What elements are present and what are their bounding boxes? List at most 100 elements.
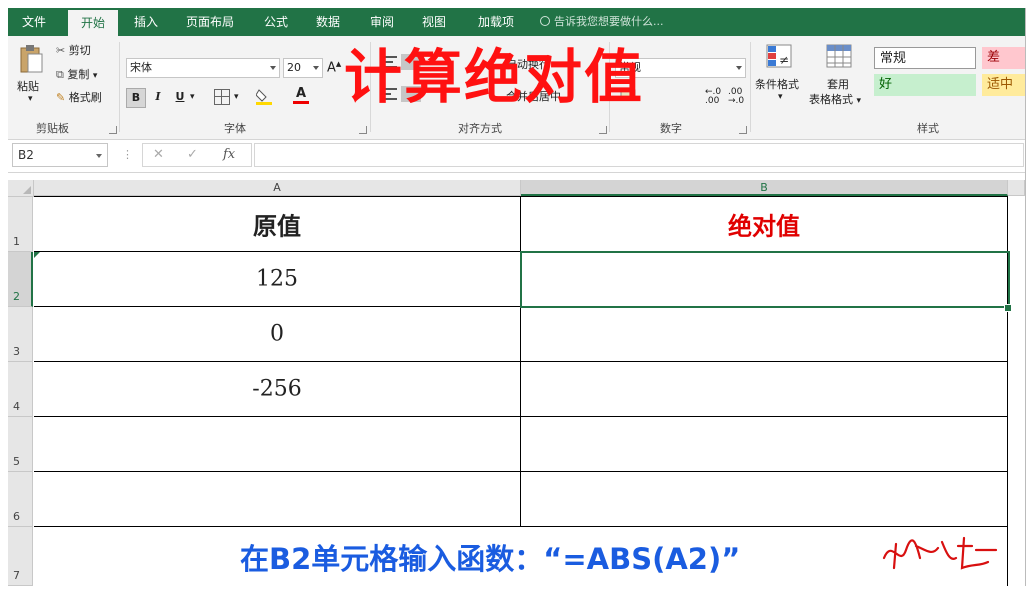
group-label-number: 数字 (660, 122, 682, 135)
row-number: 2 (13, 290, 20, 303)
increase-font-button[interactable]: A▲ (327, 60, 341, 75)
row-number: 4 (13, 400, 20, 413)
decrease-decimal-button[interactable]: .00 →.0 (728, 88, 744, 106)
row-number: 1 (13, 235, 20, 248)
row-header-4[interactable]: 4 (8, 362, 33, 417)
signature-logo (876, 528, 1006, 581)
name-box[interactable]: B2 (12, 143, 108, 167)
font-launcher[interactable] (359, 126, 367, 134)
tab-review[interactable]: 审阅 (360, 8, 404, 36)
tab-view[interactable]: 视图 (412, 8, 456, 36)
row-number: 3 (13, 345, 20, 358)
table-format-button[interactable]: 表格格式 ▾ (809, 91, 861, 107)
cell-value: 125 (256, 266, 298, 292)
table-format-label-1[interactable]: 套用 (827, 76, 849, 92)
tab-addins[interactable]: 加载项 (468, 8, 524, 36)
cell-a6[interactable] (34, 472, 521, 527)
cell-b4[interactable] (521, 362, 1008, 417)
group-label-clipboard: 剪贴板 (36, 122, 69, 135)
tab-file[interactable]: 文件 (8, 8, 60, 36)
paste-dropdown[interactable]: ▾ (28, 94, 33, 104)
cell-a3[interactable]: 0 (34, 307, 521, 362)
conditional-format-dropdown[interactable]: ▾ (778, 92, 783, 102)
row-header-2[interactable]: 2 (8, 252, 33, 307)
row-header-3[interactable]: 3 (8, 307, 33, 362)
row-header-5[interactable]: 5 (8, 417, 33, 472)
bold-button[interactable]: B (126, 88, 146, 108)
cell-value: 原值 (253, 211, 301, 241)
column-header-b[interactable]: B (521, 180, 1008, 196)
row-header-7[interactable]: 7 (8, 527, 33, 586)
conditional-format-button[interactable]: 条件格式 (755, 76, 799, 92)
copy-button[interactable]: ⧉ 复制 ▾ (56, 66, 97, 82)
formula-input[interactable] (254, 143, 1024, 167)
table-format-icon[interactable] (826, 44, 854, 70)
border-dropdown[interactable]: ▾ (234, 92, 239, 102)
row-number: 6 (13, 510, 20, 523)
italic-button[interactable]: I (149, 88, 167, 106)
paste-icon[interactable] (18, 44, 44, 74)
row-number: 7 (13, 569, 20, 582)
fill-color-icon[interactable] (255, 87, 272, 105)
cell-a4[interactable]: -256 (34, 362, 521, 417)
tab-page-layout[interactable]: 页面布局 (178, 8, 242, 36)
cell-value: -256 (252, 376, 302, 402)
column-header-c[interactable] (1008, 180, 1025, 196)
error-indicator-icon[interactable] (34, 252, 40, 258)
column-header-a[interactable]: A (34, 180, 521, 196)
tell-me-search[interactable]: 告诉我您想要做什么... (540, 8, 664, 36)
increase-decimal-button[interactable]: ←.0.00 (705, 88, 721, 106)
clipboard-launcher[interactable] (109, 126, 117, 134)
copy-icon: ⧉ (56, 68, 64, 81)
paste-button[interactable]: 粘贴 (17, 78, 39, 94)
select-all-button[interactable] (8, 180, 34, 197)
brush-icon: ✎ (56, 91, 66, 104)
formula-bar-grip: ⋮ (122, 148, 133, 161)
cell-b5[interactable] (521, 417, 1008, 472)
cell-a5[interactable] (34, 417, 521, 472)
cut-button[interactable]: ✂ 剪切 (56, 42, 91, 58)
underline-button[interactable]: U (171, 88, 189, 106)
font-size-select[interactable]: 20 (283, 58, 323, 78)
separator (750, 42, 751, 132)
cut-label: 剪切 (68, 44, 91, 57)
alignment-launcher[interactable] (599, 126, 607, 134)
insert-function-icon[interactable]: fx (223, 147, 235, 162)
tab-formulas[interactable]: 公式 (254, 8, 298, 36)
cell-a1[interactable]: 原值 (34, 197, 521, 252)
scissors-icon: ✂ (56, 44, 66, 57)
table-format-label-2: 表格格式 (809, 93, 853, 106)
cell-a2[interactable]: 125 (34, 252, 521, 307)
excel-window: 文件 开始 插入 页面布局 公式 数据 审阅 视图 加载项 告诉我您想要做什么.… (8, 8, 1026, 586)
cell-b6[interactable] (521, 472, 1008, 527)
cancel-icon[interactable]: ✕ (153, 147, 164, 162)
row-header-1[interactable]: 1 (8, 197, 33, 252)
group-label-font: 字体 (224, 122, 246, 135)
copy-label: 复制 (67, 68, 90, 81)
tab-insert[interactable]: 插入 (124, 8, 168, 36)
conditional-format-icon[interactable]: ≠ (766, 44, 794, 70)
style-bad[interactable]: 差 (982, 47, 1025, 69)
cell-b3[interactable] (521, 307, 1008, 362)
tab-data[interactable]: 数据 (306, 8, 350, 36)
cell-b1[interactable]: 绝对值 (521, 197, 1008, 252)
chevron-down-icon (313, 66, 319, 70)
fill-handle[interactable] (1004, 304, 1012, 312)
number-launcher[interactable] (739, 126, 747, 134)
font-name-select[interactable]: 宋体 (126, 58, 280, 78)
row-header-6[interactable]: 6 (8, 472, 33, 527)
border-icon[interactable] (214, 89, 230, 105)
font-size-value: 20 (287, 61, 301, 74)
style-normal[interactable]: 常规 (874, 47, 976, 69)
format-painter-button[interactable]: ✎ 格式刷 (56, 89, 102, 105)
tab-home[interactable]: 开始 (68, 10, 118, 36)
name-box-value: B2 (18, 148, 34, 162)
style-neutral[interactable]: 适中 (982, 74, 1025, 96)
enter-icon[interactable]: ✓ (187, 147, 198, 162)
group-label-styles: 样式 (917, 122, 939, 135)
underline-dropdown[interactable]: ▾ (190, 92, 195, 102)
style-good[interactable]: 好 (874, 74, 976, 96)
font-color-icon[interactable]: A (293, 86, 309, 104)
chevron-down-icon (270, 66, 276, 70)
cell-value: 绝对值 (728, 211, 800, 241)
